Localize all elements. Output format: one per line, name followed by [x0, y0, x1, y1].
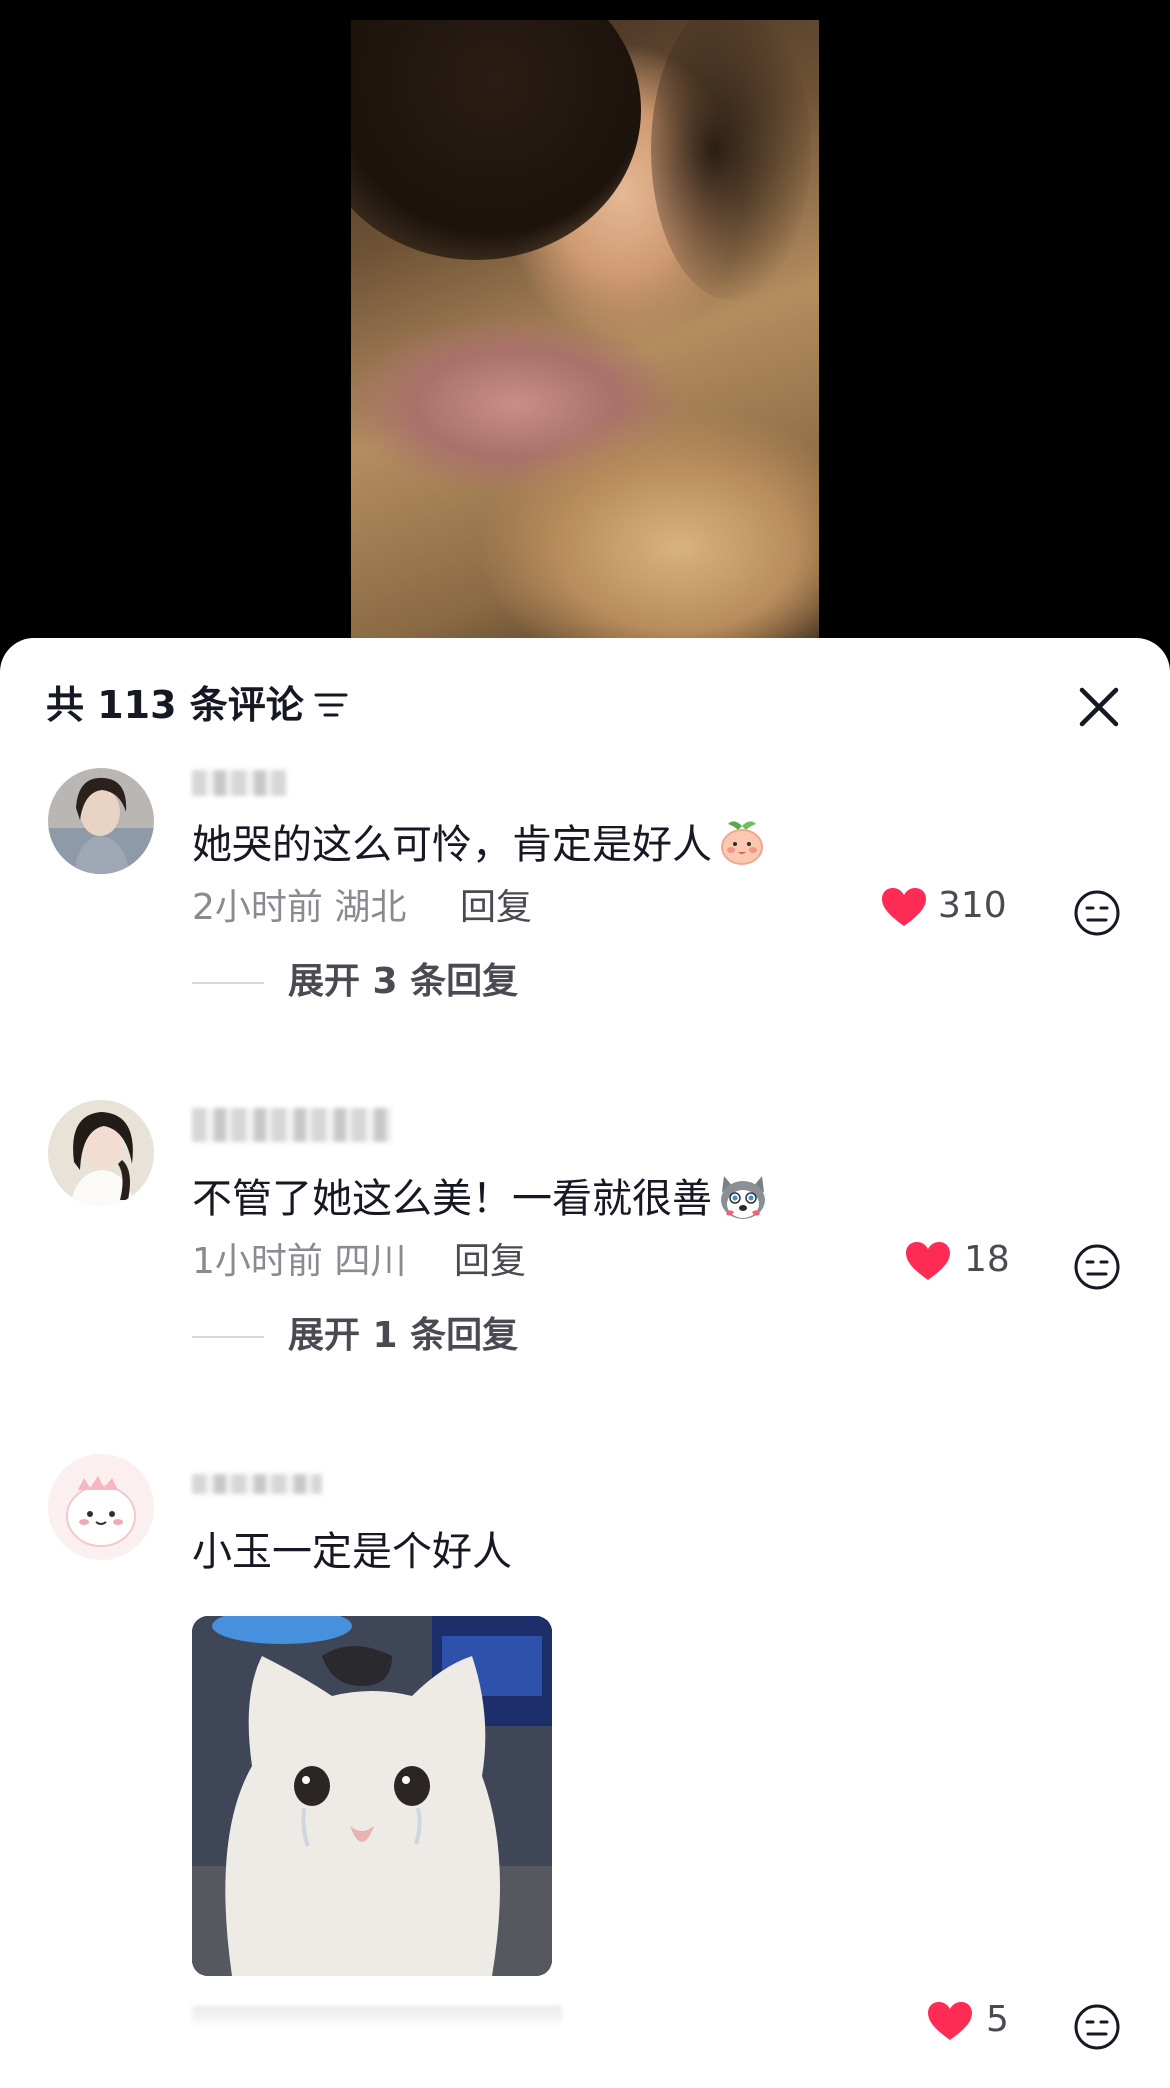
like-count: 5 — [986, 1999, 1009, 2040]
comment-text-content: 她哭的这么可怜，肯定是好人 — [192, 822, 712, 868]
video-frame[interactable] — [351, 20, 819, 640]
reply-button[interactable]: 回复 — [460, 886, 532, 930]
heart-icon — [906, 1242, 950, 1280]
heart-icon — [882, 888, 926, 926]
avatar[interactable] — [48, 768, 154, 874]
avatar-image — [48, 1100, 154, 1206]
expand-replies-label: 展开 3 条回复 — [288, 961, 519, 1002]
username-redacted[interactable] — [192, 770, 286, 796]
like-count: 310 — [938, 885, 1007, 926]
video-content-shadow — [651, 20, 811, 300]
username-redacted[interactable] — [192, 1108, 392, 1142]
dislike-face-icon[interactable] — [1072, 2002, 1122, 2052]
comment-text: 不管了她这么美！一看就很善 — [192, 1170, 770, 1227]
dislike-face-icon[interactable] — [1072, 888, 1122, 938]
expand-replies-button[interactable]: 展开 1 条回复 — [192, 1314, 572, 1358]
comment-image-crying-cat[interactable] — [192, 1616, 552, 1976]
comment-text: 她哭的这么可怜，肯定是好人 — [192, 816, 768, 873]
dislike-face-icon[interactable] — [1072, 1242, 1122, 1292]
video-player[interactable] — [0, 0, 1170, 640]
avatar[interactable] — [48, 1100, 154, 1206]
avatar-image — [48, 768, 154, 874]
like-count: 18 — [964, 1239, 1010, 1280]
expand-replies-button[interactable]: 展开 3 条回复 — [192, 960, 572, 1004]
comment-sheet: 共 113 条评论 她哭的这么可怜，肯定是好人 2小时前 湖北 回复 310 展… — [0, 638, 1170, 2088]
peach-face-emoji-icon — [721, 821, 763, 865]
reply-button[interactable]: 回复 — [454, 1240, 526, 1284]
avatar[interactable] — [48, 1454, 154, 1560]
expand-replies-label: 展开 1 条回复 — [288, 1315, 519, 1356]
comment-count-title: 共 113 条评论 — [46, 683, 304, 727]
filter-icon[interactable] — [314, 690, 348, 720]
avatar-image — [48, 1454, 154, 1560]
comment-text: 小玉一定是个好人 — [192, 1529, 512, 1575]
comment-time-location: 2小时前 湖北 — [192, 887, 407, 928]
comment-time-location: 1小时前 四川 — [192, 1241, 407, 1282]
like-button[interactable]: 310 — [880, 884, 1010, 928]
blurred-metadata — [192, 2006, 562, 2024]
username-redacted[interactable] — [192, 1474, 322, 1494]
crying-cat-sticker-icon — [192, 1616, 552, 1976]
comment-text-content: 不管了她这么美！一看就很善 — [192, 1176, 712, 1222]
comment-sheet-header: 共 113 条评论 — [0, 638, 1170, 748]
video-content — [351, 20, 641, 260]
expand-divider — [192, 1336, 264, 1338]
husky-face-emoji-icon — [721, 1176, 765, 1219]
like-button[interactable]: 5 — [926, 1998, 1016, 2042]
like-button[interactable]: 18 — [904, 1238, 1014, 1282]
heart-icon — [928, 2002, 972, 2040]
close-icon[interactable] — [1076, 684, 1122, 730]
expand-divider — [192, 982, 264, 984]
